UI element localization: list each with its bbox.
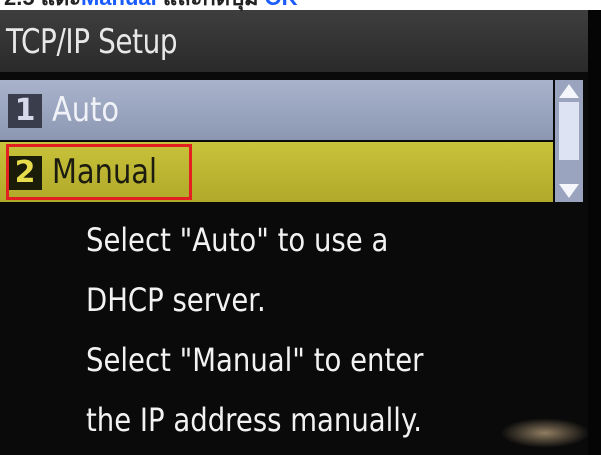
caption-prefix: 2.5 แตะ (4, 0, 81, 10)
help-line: the IP address manually. (86, 401, 423, 439)
caption-keyword-manual: Manual (81, 0, 157, 10)
lcd-photo: 2.5 แตะManual และกดปุ่ม OK TCP/IP Setup … (0, 0, 601, 455)
scrollbar[interactable] (555, 80, 583, 202)
annotation-highlight-box (6, 144, 192, 200)
menu-number-badge: 1 (8, 94, 42, 128)
lcd-screen: TCP/IP Setup 1 Auto 2 Manual Select "Aut… (0, 10, 601, 455)
screen-bezel (588, 10, 601, 455)
help-line: DHCP server. (86, 281, 266, 319)
menu-item-label: Auto (52, 90, 120, 130)
caption-middle: และกดปุ่ม (157, 0, 265, 10)
title-bar: TCP/IP Setup (0, 10, 601, 72)
help-line: Select "Manual" to enter (86, 341, 424, 379)
help-line: Select "Auto" to use a (86, 221, 389, 259)
caption-keyword-ok: OK (265, 0, 298, 10)
scroll-up-arrow-icon[interactable] (559, 84, 579, 98)
help-text: Select "Auto" to use a DHCP server. Sele… (86, 210, 586, 450)
scroll-thumb[interactable] (559, 102, 579, 160)
light-glare (500, 418, 590, 448)
scroll-down-arrow-icon[interactable] (559, 184, 579, 198)
screen-title: TCP/IP Setup (6, 22, 178, 62)
instruction-caption: 2.5 แตะManual และกดปุ่ม OK (0, 0, 601, 10)
menu-item-auto[interactable]: 1 Auto (0, 80, 553, 140)
